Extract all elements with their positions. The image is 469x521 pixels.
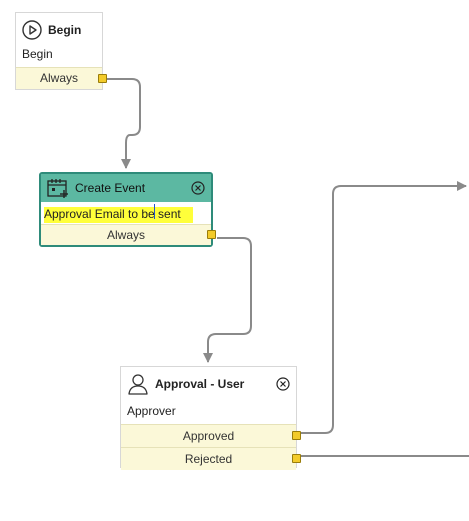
create-event-subtitle-wrap[interactable]: Approval Email to be sent [41, 202, 211, 226]
calendar-add-icon [47, 178, 69, 198]
approval-node-title: Approval - User [155, 377, 245, 391]
connector-create-event-to-approval[interactable] [203, 237, 252, 363]
begin-node-header: Begin [16, 13, 102, 41]
create-event-node[interactable]: Create Event Approval Email to be sent A… [39, 172, 216, 247]
approval-outcome-rejected[interactable]: Rejected [121, 447, 301, 470]
begin-node[interactable]: Begin Begin Always [15, 12, 107, 90]
approval-node-subtitle: Approver [127, 404, 176, 418]
begin-outcome-always[interactable]: Always [16, 67, 107, 89]
begin-node-subtitle: Begin [22, 47, 53, 61]
text-cursor [154, 204, 155, 219]
begin-node-title: Begin [48, 23, 82, 37]
begin-outcome-label: Always [39, 71, 78, 85]
approval-node-header: Approval - User [121, 367, 296, 396]
approval-rejected-port[interactable] [292, 454, 301, 463]
create-event-node-header: Create Event [41, 174, 211, 202]
approval-outcome-approved[interactable]: Approved [121, 424, 301, 447]
close-circle-icon[interactable] [191, 181, 205, 195]
user-outline-icon [127, 373, 149, 395]
begin-outcome-port[interactable] [98, 73, 107, 83]
approval-user-node[interactable]: Approval - User Approver Approved Reject… [120, 366, 301, 470]
approval-outcome-approved-label: Approved [182, 429, 235, 443]
close-circle-icon[interactable] [276, 377, 290, 391]
play-circle-icon [22, 20, 42, 40]
connector-begin-to-create-event[interactable] [106, 78, 141, 169]
connector-approved-outcome[interactable] [300, 181, 467, 434]
approval-outcome-rejected-label: Rejected [184, 452, 233, 466]
approval-approved-port[interactable] [292, 431, 301, 440]
create-event-outcome-label: Always [106, 228, 145, 242]
create-event-node-title: Create Event [75, 181, 146, 195]
create-event-outcome-always[interactable]: Always [41, 224, 216, 245]
create-event-outcome-port[interactable] [207, 230, 216, 239]
create-event-node-subtitle: Approval Email to be sent [44, 207, 193, 223]
